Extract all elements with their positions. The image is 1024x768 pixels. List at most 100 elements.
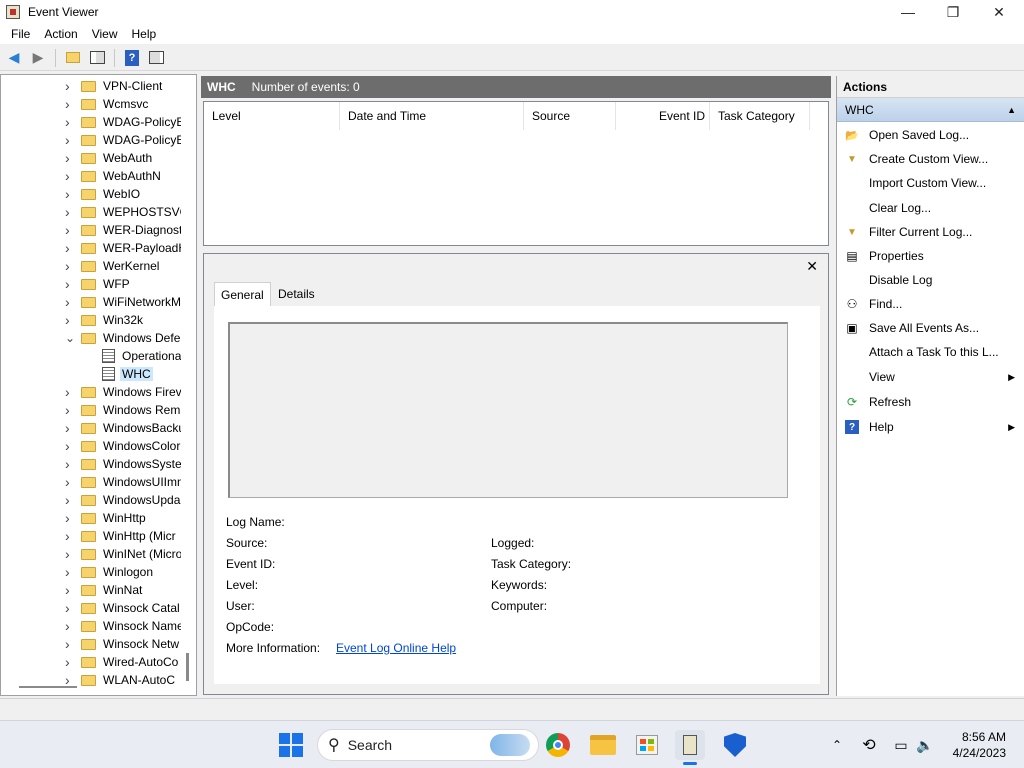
tree-folder-item[interactable]: › WebAuth — [1, 149, 181, 167]
forward-icon[interactable]: ▶ — [28, 48, 48, 68]
column-date-time[interactable]: Date and Time — [340, 102, 524, 130]
volume-icon[interactable]: 🔈 — [910, 730, 940, 760]
action-import-custom-view[interactable]: Import Custom View... — [837, 172, 1023, 194]
tree-folder-item[interactable]: › WinHttp (Micr — [1, 527, 181, 545]
chevron-right-icon[interactable]: › — [65, 456, 75, 472]
tree-folder-item[interactable]: › Winsock Catal — [1, 599, 181, 617]
microsoft-store-icon[interactable] — [632, 730, 662, 760]
tree-folder-item[interactable]: › Winsock Netw — [1, 635, 181, 653]
tree-folder-item[interactable]: › Windows Firev — [1, 383, 181, 401]
help-icon[interactable]: ? — [122, 48, 142, 68]
tree-folder-item[interactable]: › WindowsUpda — [1, 491, 181, 509]
tree-folder-item[interactable]: › Wired-AutoCo — [1, 653, 181, 671]
action-save-all-events-as[interactable]: ▣ Save All Events As... — [837, 317, 1023, 339]
chevron-right-icon[interactable]: › — [65, 600, 75, 616]
tree-folder-item[interactable]: › WEPHOSTSVC — [1, 203, 181, 221]
tree-folder-item[interactable]: › Winsock Name — [1, 617, 181, 635]
event-log-online-help-link[interactable]: Event Log Online Help — [336, 641, 456, 655]
windows-security-icon[interactable] — [720, 730, 750, 760]
column-source[interactable]: Source — [524, 102, 616, 130]
chevron-right-icon[interactable]: › — [65, 438, 75, 454]
tree-folder-item[interactable]: › Windows Rem — [1, 401, 181, 419]
chevron-down-icon[interactable]: ⌄ — [65, 331, 75, 345]
action-create-custom-view[interactable]: ▼ Create Custom View... — [837, 148, 1023, 170]
taskbar-clock[interactable]: 8:56 AM 4/24/2023 — [953, 729, 1006, 761]
tree-folder-item[interactable]: › WebIO — [1, 185, 181, 203]
console-tree[interactable]: › VPN-Client › Wcmsvc › WDAG-PolicyE › WDAG-Pol… — [0, 74, 197, 696]
tree-folder-item[interactable]: › WindowsSyste — [1, 455, 181, 473]
tree-folder-item[interactable]: › WiFiNetworkM — [1, 293, 181, 311]
events-list[interactable]: Level Date and Time Source Event ID Task… — [203, 101, 829, 246]
chevron-right-icon[interactable]: › — [65, 402, 75, 418]
chevron-right-icon[interactable]: › — [65, 420, 75, 436]
up-folder-icon[interactable] — [63, 48, 83, 68]
chevron-right-icon[interactable]: › — [65, 96, 75, 112]
tree-folder-item[interactable]: › WER-PayloadH — [1, 239, 181, 257]
show-hide-tree-icon[interactable] — [87, 48, 107, 68]
chevron-right-icon[interactable]: › — [65, 564, 75, 580]
chevron-right-icon[interactable]: › — [65, 276, 75, 292]
column-level[interactable]: Level — [204, 102, 340, 130]
chevron-right-icon[interactable]: › — [65, 168, 75, 184]
collapse-up-icon[interactable]: ▲ — [1007, 105, 1016, 115]
back-icon[interactable]: ◀ — [4, 48, 24, 68]
chevron-right-icon[interactable]: › — [65, 294, 75, 310]
close-details-icon[interactable]: ✕ — [806, 258, 818, 275]
tree-folder-item[interactable]: › WerKernel — [1, 257, 181, 275]
tree-folder-item[interactable]: › WinINet (Micro — [1, 545, 181, 563]
tree-folder-item[interactable]: › WLAN-AutoC — [1, 671, 181, 689]
tab-general[interactable]: General — [214, 282, 271, 306]
close-button[interactable]: ✕ — [976, 0, 1022, 24]
chevron-right-icon[interactable]: › — [65, 654, 75, 670]
chevron-right-icon[interactable]: › — [65, 204, 75, 220]
tab-details[interactable]: Details — [272, 282, 321, 306]
event-viewer-taskbar-icon[interactable] — [675, 730, 705, 765]
sync-icon[interactable]: ⟲ — [854, 730, 884, 760]
action-filter-current-log[interactable]: ▼ Filter Current Log... — [837, 221, 1023, 243]
tree-folder-item[interactable]: › WDAG-PolicyE — [1, 131, 181, 149]
chevron-right-icon[interactable]: › — [65, 258, 75, 274]
action-open-saved-log[interactable]: 📂 Open Saved Log... — [837, 124, 1023, 146]
tree-folder-item[interactable]: › VPN-Client — [1, 77, 181, 95]
action-help[interactable]: ? Help ▶ — [837, 416, 1023, 438]
show-hide-action-pane-icon[interactable] — [146, 48, 166, 68]
chevron-right-icon[interactable]: › — [65, 528, 75, 544]
tree-folder-item[interactable]: › Wcmsvc — [1, 95, 181, 113]
maximize-button[interactable]: ❐ — [930, 0, 976, 24]
show-hidden-icons-chevron-icon[interactable]: ⌃ — [822, 730, 852, 760]
chevron-right-icon[interactable]: › — [65, 492, 75, 508]
action-find[interactable]: ⚇ Find... — [837, 293, 1023, 315]
menu-file[interactable]: File — [4, 27, 37, 41]
tree-log-item[interactable]: WHC — [1, 365, 181, 383]
chevron-right-icon[interactable]: › — [65, 150, 75, 166]
action-clear-log[interactable]: Clear Log... — [837, 197, 1023, 219]
chevron-right-icon[interactable]: › — [65, 582, 75, 598]
menu-view[interactable]: View — [85, 27, 125, 41]
chevron-right-icon[interactable]: › — [65, 132, 75, 148]
chevron-right-icon[interactable]: › — [65, 474, 75, 490]
chevron-right-icon[interactable]: › — [65, 636, 75, 652]
tree-folder-item[interactable]: › Win32k — [1, 311, 181, 329]
chevron-right-icon[interactable]: › — [65, 312, 75, 328]
tree-folder-item[interactable]: › WFP — [1, 275, 181, 293]
tree-folder-item[interactable]: › WebAuthN — [1, 167, 181, 185]
file-explorer-icon[interactable] — [588, 730, 618, 760]
tree-folder-item[interactable]: › WinNat — [1, 581, 181, 599]
chevron-right-icon[interactable]: › — [65, 672, 75, 688]
minimize-button[interactable]: — — [885, 0, 931, 24]
start-windows-icon[interactable] — [276, 730, 306, 760]
action-refresh[interactable]: ⟳ Refresh — [837, 391, 1023, 413]
column-task-category[interactable]: Task Category — [710, 102, 810, 130]
tree-vertical-scrollbar[interactable] — [186, 653, 189, 681]
chevron-right-icon[interactable]: › — [65, 618, 75, 634]
tree-folder-item[interactable]: › WindowsColor — [1, 437, 181, 455]
tree-folder-item[interactable]: › Winlogon — [1, 563, 181, 581]
chevron-right-icon[interactable]: › — [65, 510, 75, 526]
chevron-right-icon[interactable]: › — [65, 78, 75, 94]
tree-folder-item[interactable]: › WDAG-PolicyE — [1, 113, 181, 131]
chevron-right-icon[interactable]: › — [65, 114, 75, 130]
action-properties[interactable]: ▤ Properties — [837, 245, 1023, 267]
actions-section-whc[interactable]: WHC ▲ — [837, 98, 1024, 122]
tree-folder-item[interactable]: › WindowsUIImm — [1, 473, 181, 491]
action-view[interactable]: View ▶ — [837, 366, 1023, 388]
